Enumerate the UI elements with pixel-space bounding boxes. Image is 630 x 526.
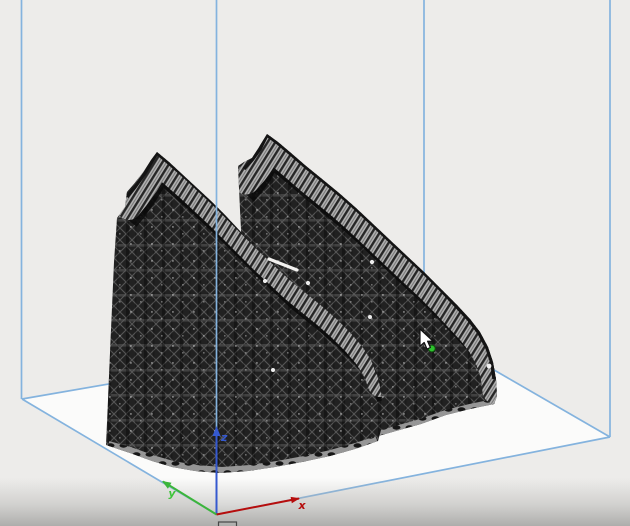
z-axis-label: z (220, 431, 228, 444)
x-axis-label: x (297, 499, 306, 512)
y-axis-label: y (168, 487, 176, 500)
scene-canvas[interactable]: z y x (0, 0, 630, 526)
bottom-fade-gradient (0, 478, 630, 526)
viewport-3d[interactable]: z y x (0, 0, 630, 526)
